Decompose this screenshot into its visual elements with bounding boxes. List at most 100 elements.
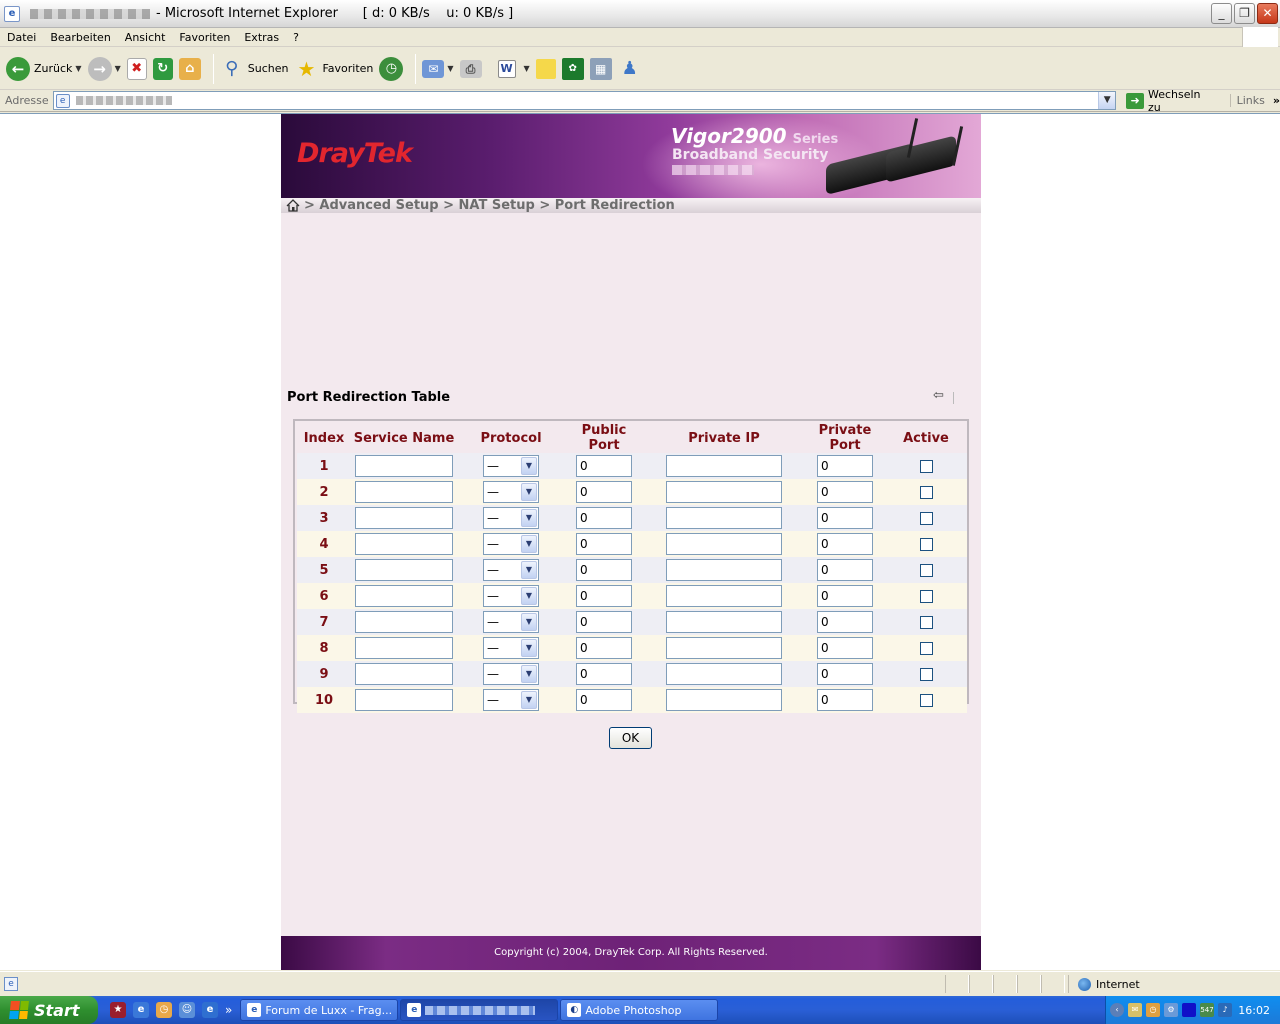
links-toolbar[interactable]: Links [1229, 94, 1265, 107]
protocol-select[interactable]: — ▼ [483, 637, 539, 659]
private-port-input[interactable]: 0 [817, 611, 873, 633]
tray-speaker-icon[interactable]: ♪ [1218, 1003, 1232, 1017]
ok-button[interactable]: OK [609, 727, 652, 749]
quicklaunch-more-icon[interactable]: » [225, 1003, 232, 1017]
protocol-select[interactable]: — ▼ [483, 533, 539, 555]
service-name-input[interactable] [355, 455, 453, 477]
messenger-button[interactable]: ♟ [618, 53, 642, 85]
home-button[interactable]: ⌂ [178, 53, 201, 85]
protocol-select[interactable]: — ▼ [483, 455, 539, 477]
protocol-select[interactable]: — ▼ [483, 507, 539, 529]
quicklaunch-clock-icon[interactable]: ◷ [156, 1002, 172, 1018]
tray-clock-icon[interactable]: ◷ [1146, 1003, 1160, 1017]
active-checkbox[interactable] [919, 537, 933, 551]
public-port-input[interactable]: 0 [576, 663, 632, 685]
edit-dropdown-icon[interactable]: ▼ [524, 64, 530, 73]
private-port-input[interactable]: 0 [817, 637, 873, 659]
public-port-input[interactable]: 0 [576, 507, 632, 529]
tray-network-icon[interactable]: ⚙ [1164, 1003, 1178, 1017]
home-icon[interactable] [286, 199, 300, 212]
active-checkbox[interactable] [919, 485, 933, 499]
address-input[interactable]: e ▼ [52, 91, 1117, 110]
history-button[interactable]: ◷ [379, 53, 404, 85]
active-checkbox[interactable] [919, 641, 933, 655]
service-name-input[interactable] [355, 689, 453, 711]
search-button[interactable]: ⚲ Suchen [220, 53, 288, 85]
chevron-right-icon[interactable]: » [1273, 94, 1280, 107]
active-checkbox[interactable] [919, 563, 933, 577]
private-ip-input[interactable] [666, 507, 782, 529]
back-dropdown-icon[interactable]: ▼ [75, 64, 81, 73]
private-ip-input[interactable] [666, 689, 782, 711]
private-port-input[interactable]: 0 [817, 689, 873, 711]
tray-mail-icon[interactable]: ✉ [1128, 1003, 1142, 1017]
private-port-input[interactable]: 0 [817, 507, 873, 529]
active-checkbox[interactable] [919, 459, 933, 473]
forward-button[interactable]: → ▼ [87, 53, 121, 85]
menu-help[interactable]: ? [286, 31, 306, 44]
protocol-select[interactable]: — ▼ [483, 663, 539, 685]
back-button[interactable]: ← Zurück ▼ [6, 53, 82, 85]
print-button[interactable]: ⎙ [459, 53, 482, 85]
service-name-input[interactable] [355, 507, 453, 529]
active-checkbox[interactable] [919, 693, 933, 707]
task-photoshop[interactable]: ◐ Adobe Photoshop [560, 999, 719, 1021]
public-port-input[interactable]: 0 [576, 533, 632, 555]
protocol-select[interactable]: — ▼ [483, 585, 539, 607]
private-port-input[interactable]: 0 [817, 455, 873, 477]
menu-datei[interactable]: Datei [0, 31, 43, 44]
tray-square-icon[interactable] [1182, 1003, 1196, 1017]
private-ip-input[interactable] [666, 585, 782, 607]
refresh-button[interactable]: ↻ [152, 53, 173, 85]
protocol-select[interactable]: — ▼ [483, 559, 539, 581]
menu-ansicht[interactable]: Ansicht [118, 31, 173, 44]
edit-button[interactable]: W ▼ [497, 53, 530, 85]
private-port-input[interactable]: 0 [817, 585, 873, 607]
mail-dropdown-icon[interactable]: ▼ [447, 64, 453, 73]
private-port-input[interactable]: 0 [817, 559, 873, 581]
public-port-input[interactable]: 0 [576, 637, 632, 659]
private-ip-input[interactable] [666, 611, 782, 633]
tray-monitor-icon[interactable]: 547 [1200, 1003, 1214, 1017]
service-name-input[interactable] [355, 611, 453, 633]
protocol-select[interactable]: — ▼ [483, 689, 539, 711]
protocol-select[interactable]: — ▼ [483, 481, 539, 503]
back-arrow-icon[interactable]: ⇦ [933, 388, 944, 403]
active-checkbox[interactable] [919, 511, 933, 525]
go-button[interactable]: ➜ Wechseln zu [1122, 88, 1215, 114]
service-name-input[interactable] [355, 559, 453, 581]
restore-button[interactable]: ❐ [1234, 3, 1255, 24]
active-checkbox[interactable] [919, 615, 933, 629]
quicklaunch-messenger-icon[interactable]: ☺ [179, 1002, 195, 1018]
menu-extras[interactable]: Extras [237, 31, 286, 44]
favorites-button[interactable]: ★ Favoriten [294, 53, 373, 85]
protocol-select[interactable]: — ▼ [483, 611, 539, 633]
task-router[interactable]: e [400, 999, 559, 1021]
menu-favoriten[interactable]: Favoriten [172, 31, 237, 44]
start-button[interactable]: Start [0, 996, 98, 1024]
service-name-input[interactable] [355, 663, 453, 685]
private-port-input[interactable]: 0 [817, 663, 873, 685]
service-name-input[interactable] [355, 585, 453, 607]
quicklaunch-ie-icon[interactable]: e [202, 1002, 218, 1018]
private-ip-input[interactable] [666, 637, 782, 659]
public-port-input[interactable]: 0 [576, 559, 632, 581]
tray-expand-icon[interactable]: ‹ [1110, 1003, 1124, 1017]
minimize-button[interactable]: _ [1211, 3, 1232, 24]
private-port-input[interactable]: 0 [817, 533, 873, 555]
public-port-input[interactable]: 0 [576, 611, 632, 633]
active-checkbox[interactable] [919, 667, 933, 681]
active-checkbox[interactable] [919, 589, 933, 603]
icq-button[interactable]: ✿ [561, 53, 584, 85]
private-ip-input[interactable] [666, 663, 782, 685]
service-name-input[interactable] [355, 533, 453, 555]
public-port-input[interactable]: 0 [576, 481, 632, 503]
private-ip-input[interactable] [666, 533, 782, 555]
public-port-input[interactable]: 0 [576, 455, 632, 477]
task-forum[interactable]: e Forum de Luxx - Frag... [240, 999, 399, 1021]
notes-button[interactable] [535, 53, 556, 85]
menu-bearbeiten[interactable]: Bearbeiten [43, 31, 117, 44]
research-button[interactable]: ▦ [589, 53, 612, 85]
service-name-input[interactable] [355, 637, 453, 659]
forward-dropdown-icon[interactable]: ▼ [115, 64, 121, 73]
